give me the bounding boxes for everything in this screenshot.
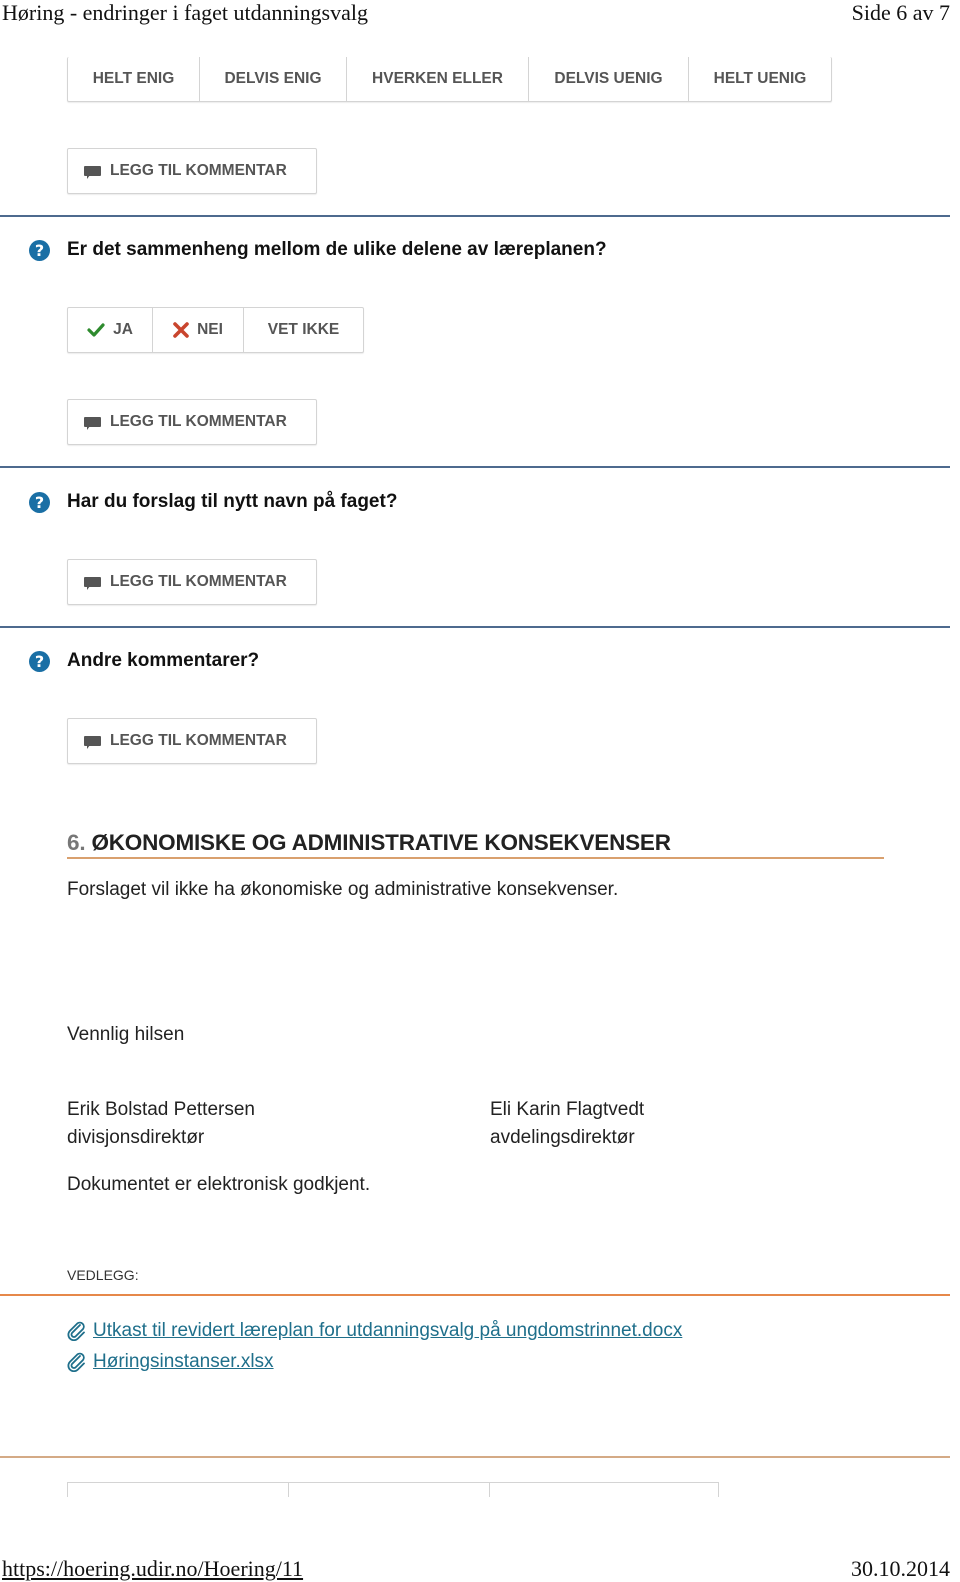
yes-no-button-group: JA NEI VET IKKE bbox=[67, 307, 364, 353]
section-title: ØKONOMISKE OG ADMINISTRATIVE KONSEKVENSE… bbox=[91, 830, 671, 855]
signer-role: avdelingsdirektør bbox=[490, 1127, 635, 1148]
add-comment-label: LEGG TIL KOMMENTAR bbox=[110, 162, 287, 179]
cross-icon bbox=[173, 322, 189, 338]
comment-icon bbox=[84, 735, 101, 749]
paperclip-icon bbox=[67, 1352, 85, 1372]
button-stub[interactable] bbox=[489, 1483, 719, 1497]
likert-delvis-uenig-button[interactable]: DELVIS UENIG bbox=[529, 57, 689, 101]
no-button[interactable]: NEI bbox=[153, 308, 244, 352]
add-comment-label: LEGG TIL KOMMENTAR bbox=[110, 732, 287, 749]
attachments-divider bbox=[0, 1294, 950, 1296]
button-group-stub bbox=[67, 1482, 719, 1497]
add-comment-label: LEGG TIL KOMMENTAR bbox=[110, 573, 287, 590]
signer-name: Erik Bolstad Pettersen bbox=[67, 1099, 255, 1120]
no-label: NEI bbox=[197, 321, 223, 338]
print-footer-date: 30.10.2014 bbox=[851, 1556, 950, 1581]
likert-delvis-enig-button[interactable]: DELVIS ENIG bbox=[200, 57, 347, 101]
attachments-label: VEDLEGG: bbox=[67, 1267, 139, 1283]
add-comment-button[interactable]: LEGG TIL KOMMENTAR bbox=[67, 718, 317, 764]
divider bbox=[0, 466, 950, 468]
likert-button-group: HELT ENIG DELVIS ENIG HVERKEN ELLER DELV… bbox=[67, 57, 832, 102]
comment-icon bbox=[84, 576, 101, 590]
likert-hverken-eller-button[interactable]: HVERKEN ELLER bbox=[347, 57, 529, 101]
approval-note: Dokumentet er elektronisk godkjent. bbox=[67, 1174, 371, 1195]
add-comment-button[interactable]: LEGG TIL KOMMENTAR bbox=[67, 559, 317, 605]
button-stub[interactable] bbox=[288, 1483, 489, 1497]
print-footer-url: https://hoering.udir.no/Hoering/11 bbox=[2, 1556, 303, 1582]
footer-divider bbox=[0, 1456, 950, 1458]
likert-helt-enig-button[interactable]: HELT ENIG bbox=[68, 57, 200, 101]
page-url-link[interactable]: https://hoering.udir.no/Hoering/11 bbox=[2, 1556, 303, 1581]
section-heading: 6. ØKONOMISKE OG ADMINISTRATIVE KONSEKVE… bbox=[67, 830, 671, 856]
add-comment-label: LEGG TIL KOMMENTAR bbox=[110, 413, 287, 430]
add-comment-button[interactable]: LEGG TIL KOMMENTAR bbox=[67, 148, 317, 194]
likert-helt-uenig-button[interactable]: HELT UENIG bbox=[689, 57, 831, 101]
greeting: Vennlig hilsen bbox=[67, 1024, 185, 1045]
question-text: Er det sammenheng mellom de ulike delene… bbox=[67, 239, 607, 260]
attachment-item: Utkast til revidert læreplan for utdanni… bbox=[67, 1320, 682, 1342]
section-divider bbox=[67, 857, 884, 859]
comment-icon bbox=[84, 165, 101, 179]
comment-icon bbox=[84, 416, 101, 430]
section-number: 6. bbox=[67, 830, 86, 855]
question-heading: ? Har du forslag til nytt navn på faget? bbox=[29, 491, 397, 513]
signer-role: divisjonsdirektør bbox=[67, 1127, 205, 1148]
yes-label: JA bbox=[113, 321, 133, 338]
print-header-page: Side 6 av 7 bbox=[851, 0, 950, 25]
question-text: Andre kommentarer? bbox=[67, 650, 260, 671]
check-icon bbox=[87, 323, 105, 337]
question-icon: ? bbox=[29, 491, 50, 513]
question-text: Har du forslag til nytt navn på faget? bbox=[67, 491, 398, 512]
signer-name: Eli Karin Flagtvedt bbox=[490, 1099, 645, 1120]
attachment-link[interactable]: Utkast til revidert læreplan for utdanni… bbox=[93, 1320, 682, 1342]
question-icon: ? bbox=[29, 239, 50, 261]
section-body: Forslaget vil ikke ha økonomiske og admi… bbox=[67, 879, 619, 900]
paperclip-icon bbox=[67, 1321, 85, 1341]
attachment-link[interactable]: Høringsinstanser.xlsx bbox=[93, 1351, 274, 1373]
divider bbox=[0, 215, 950, 217]
yes-button[interactable]: JA bbox=[68, 308, 153, 352]
question-heading: ? Er det sammenheng mellom de ulike dele… bbox=[29, 239, 607, 261]
add-comment-button[interactable]: LEGG TIL KOMMENTAR bbox=[67, 399, 317, 445]
question-icon: ? bbox=[29, 650, 50, 672]
divider bbox=[0, 626, 950, 628]
button-stub[interactable] bbox=[67, 1483, 288, 1497]
attachment-item: Høringsinstanser.xlsx bbox=[67, 1351, 274, 1373]
print-header-title: Høring - endringer i faget utdanningsval… bbox=[2, 0, 368, 25]
question-heading: ? Andre kommentarer? bbox=[29, 650, 259, 672]
dont-know-button[interactable]: VET IKKE bbox=[244, 308, 363, 352]
